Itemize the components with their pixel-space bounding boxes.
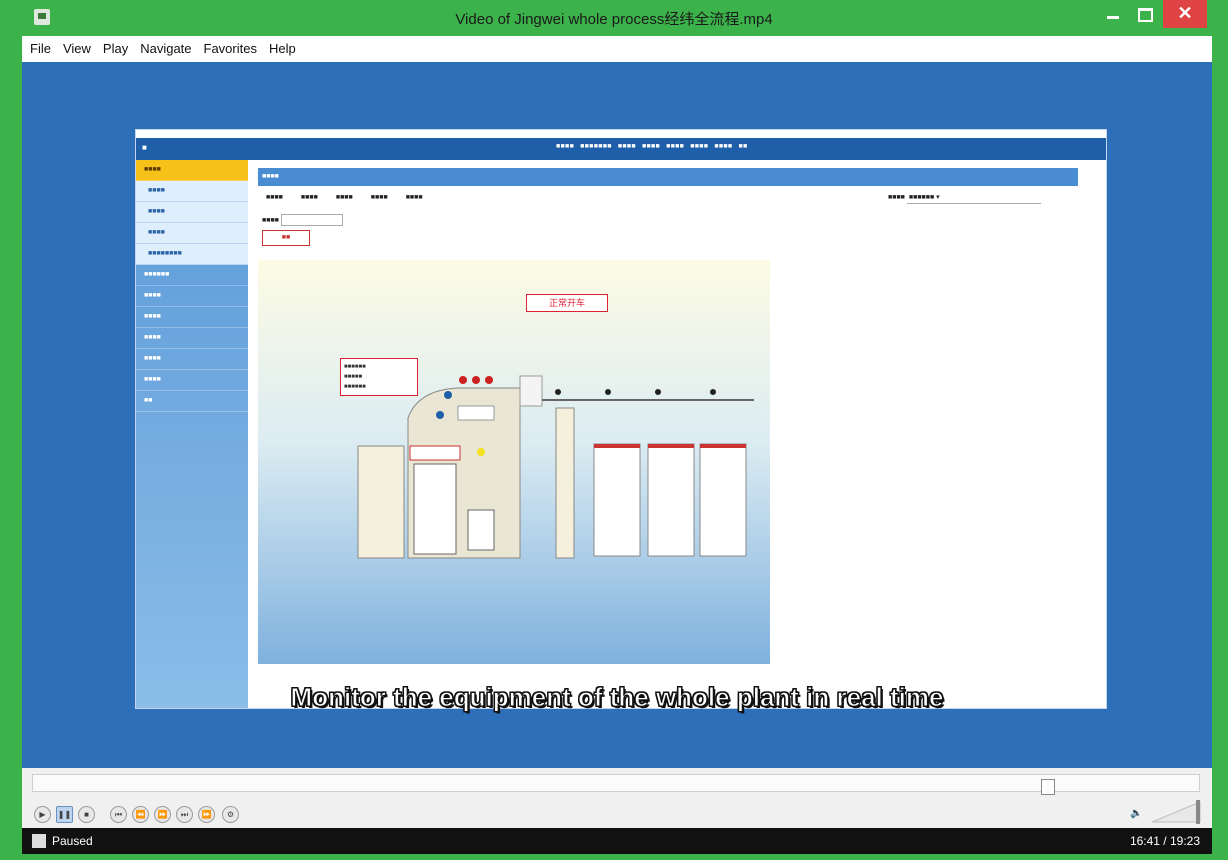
settings-icon[interactable]: ⚙ — [222, 806, 239, 823]
embedded-app-sidebar: ■■■■ ■■■■ ■■■■ ■■■■ ■■■■■■■■ ■■■■■■ ■■■■… — [136, 160, 248, 708]
rewind-icon[interactable]: ⏪ — [132, 806, 149, 823]
sidebar-item: ■■ — [136, 391, 248, 412]
video-area[interactable]: ■ ■■■■ ■■■■■■■ ■■■■ ■■■■ ■■■■ ■■■■ ■■■■ ■■ ■■■■… — [22, 62, 1212, 768]
device-select: ■■■■ ■■■■■■ ▾ — [888, 191, 1041, 204]
content-title-bar: ■■■■ — [258, 168, 1078, 186]
process-equipment-graphic — [357, 375, 754, 559]
query-button: ■■ — [262, 230, 310, 246]
close-button[interactable]: ✕ — [1163, 0, 1207, 28]
previous-icon[interactable]: ⏮ — [110, 806, 127, 823]
sidebar-item-active: ■■■■ — [136, 160, 248, 181]
next-icon[interactable]: ⏭ — [176, 806, 193, 823]
embedded-app-nav: ■■■■ ■■■■■■■ ■■■■ ■■■■ ■■■■ ■■■■ ■■■■ ■■ — [556, 143, 748, 150]
embedded-app-logo: ■ — [142, 143, 147, 152]
menu-favorites[interactable]: Favorites — [196, 36, 261, 56]
player-status-icon — [32, 834, 46, 848]
status-bar: Paused 16:41 / 19:23 — [22, 828, 1212, 854]
type-select: ■■■■ — [262, 214, 343, 226]
sidebar-subitem: ■■■■ — [136, 181, 248, 202]
sidebar-subitem: ■■■■■■■■ — [136, 244, 248, 265]
play-icon[interactable]: ▶ — [34, 806, 51, 823]
window-title: Video of Jingwei whole process经纬全流程.mp4 — [455, 11, 773, 28]
title-bar: Video of Jingwei whole process经纬全流程.mp4 … — [0, 0, 1228, 36]
player-status: Paused — [52, 834, 93, 848]
sidebar-item: ■■■■ — [136, 370, 248, 391]
menu-navigate[interactable]: Navigate — [132, 36, 195, 56]
forward-icon[interactable]: ⏩ — [154, 806, 171, 823]
sidebar-item: ■■■■ — [136, 328, 248, 349]
menu-play[interactable]: Play — [95, 36, 132, 56]
skip-icon[interactable]: ⏩ — [198, 806, 215, 823]
seek-bar[interactable] — [32, 774, 1200, 795]
sidebar-item: ■■■■ — [136, 307, 248, 328]
volume-slider[interactable] — [1152, 800, 1202, 824]
player-time: 16:41 / 19:23 — [1129, 834, 1200, 848]
embedded-app-content: ■■■■ ■■■■ ■■■■ ■■■■ ■■■■ ■■■■ ■■■■ ■■■■■■ ▾ … — [258, 168, 1078, 704]
pause-icon[interactable]: ❚❚ — [56, 806, 73, 823]
scada-diagram: 正常开车 ■■■■■■ ■■■■■ ■■■■■■ — [258, 260, 770, 664]
sidebar-subitem: ■■■■ — [136, 202, 248, 223]
minimize-button[interactable] — [1098, 0, 1128, 28]
playback-controls: ▶ ❚❚ ■ ⏮ ⏪ ⏩ ⏭ ⏩ ⚙ 🔈 — [22, 768, 1212, 828]
sidebar-item: ■■■■■■ — [136, 265, 248, 286]
menu-help[interactable]: Help — [261, 36, 300, 56]
sidebar-subitem: ■■■■ — [136, 223, 248, 244]
menu-bar: File View Play Navigate Favorites Help — [22, 36, 1212, 62]
video-frame-app: ■ ■■■■ ■■■■■■■ ■■■■ ■■■■ ■■■■ ■■■■ ■■■■ ■■ ■■■■… — [136, 130, 1106, 708]
embedded-app-topbar: ■ ■■■■ ■■■■■■■ ■■■■ ■■■■ ■■■■ ■■■■ ■■■■ ■■ — [136, 138, 1106, 160]
menu-file[interactable]: File — [22, 36, 55, 56]
menu-view[interactable]: View — [55, 36, 95, 56]
content-tabs: ■■■■ ■■■■ ■■■■ ■■■■ ■■■■ — [266, 194, 423, 201]
maximize-button[interactable] — [1130, 0, 1160, 28]
video-subtitle: Monitor the equipment of the whole plant… — [290, 682, 944, 713]
volume-icon[interactable]: 🔈 — [1130, 808, 1142, 820]
seek-thumb[interactable] — [1041, 779, 1055, 795]
stop-icon[interactable]: ■ — [78, 806, 95, 823]
sidebar-item: ■■■■ — [136, 286, 248, 307]
sidebar-item: ■■■■ — [136, 349, 248, 370]
